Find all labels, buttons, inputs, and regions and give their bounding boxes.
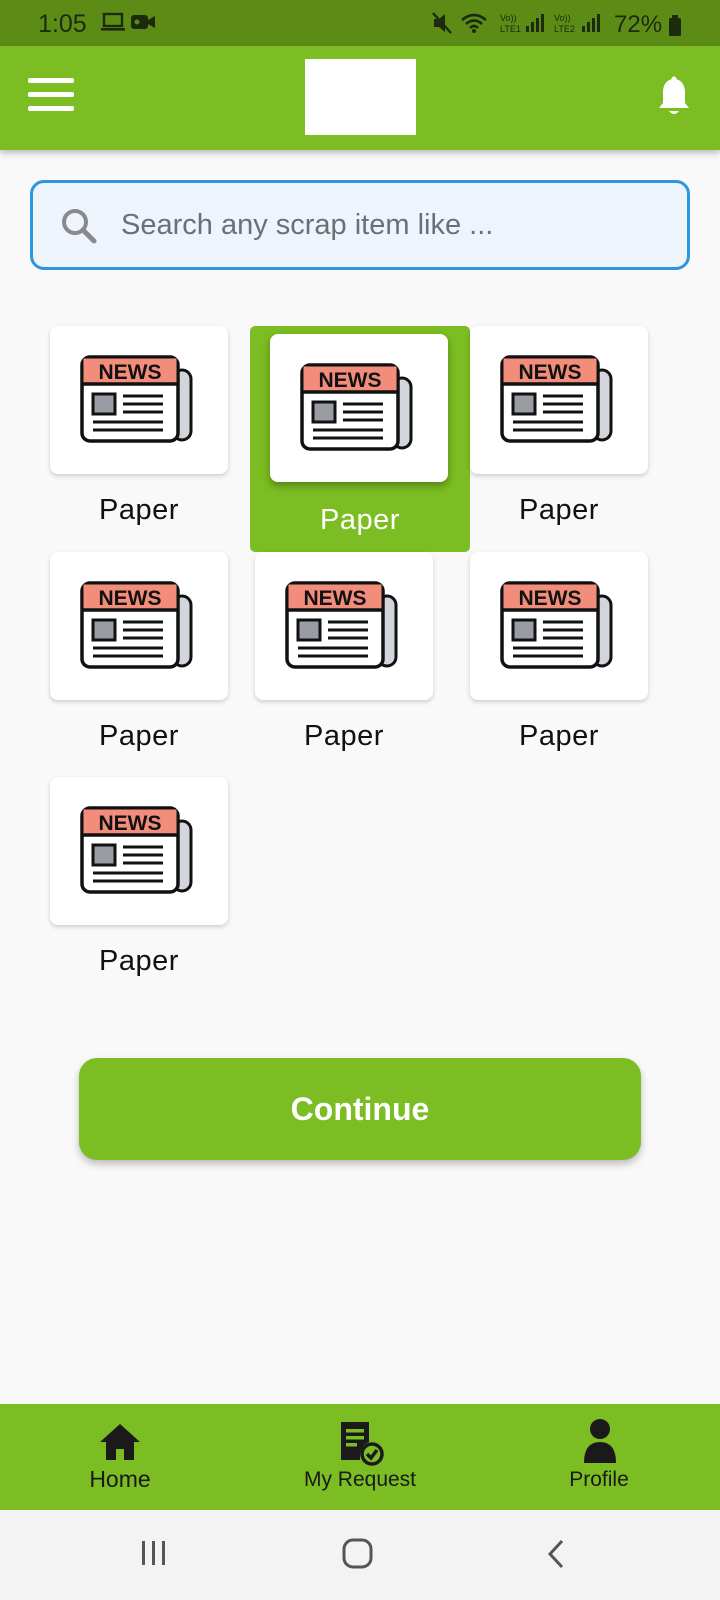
category-label: Paper	[99, 494, 179, 526]
status-bar: 1:05 Vo)) LTE1 Vo)) LTE2 72%	[0, 0, 720, 46]
continue-button[interactable]: Continue	[79, 1058, 641, 1160]
newspaper-icon: NEWS	[500, 581, 613, 669]
nav-label-my-request: My Request	[303, 1468, 417, 1491]
search-input[interactable]	[121, 199, 671, 251]
lte2-signal-icon: Vo)) LTE2	[554, 13, 600, 34]
battery-percent: 72%	[614, 11, 663, 38]
news-label: NEWS	[304, 587, 367, 610]
battery-icon	[669, 15, 681, 36]
newspaper-icon: NEWS	[80, 806, 193, 894]
svg-text:LTE2: LTE2	[554, 24, 575, 34]
category-tile[interactable]: NEWS Paper	[464, 318, 684, 538]
category-label: Paper	[320, 504, 400, 536]
nav-item-my-request[interactable]: My Request	[260, 1404, 460, 1510]
bell-icon[interactable]	[656, 76, 692, 118]
news-label: NEWS	[319, 369, 382, 392]
newspaper-icon: NEWS	[80, 581, 193, 669]
nav-label-home: Home	[89, 1466, 151, 1492]
wifi-icon	[461, 13, 487, 33]
category-tile[interactable]: NEWS Paper	[250, 326, 470, 552]
svg-text:Vo)): Vo))	[500, 13, 517, 23]
category-tile[interactable]: NEWS Paper	[44, 544, 264, 764]
svg-text:Vo)): Vo))	[554, 13, 571, 23]
home-circle-icon[interactable]	[339, 1535, 377, 1573]
category-label: Paper	[99, 720, 179, 752]
app-bar	[0, 46, 720, 150]
category-label: Paper	[99, 945, 179, 977]
newspaper-icon: NEWS	[300, 363, 413, 451]
category-label: Paper	[519, 720, 599, 752]
category-card[interactable]: NEWS	[50, 552, 228, 700]
category-card[interactable]: NEWS	[50, 326, 228, 474]
nav-item-home[interactable]: Home	[20, 1404, 220, 1510]
nav-label-profile: Profile	[569, 1468, 629, 1491]
status-time: 1:05	[38, 10, 87, 38]
recent-apps-icon[interactable]	[139, 1535, 169, 1573]
category-card[interactable]: NEWS	[470, 326, 648, 474]
mute-icon	[432, 12, 452, 34]
app-logo	[305, 59, 416, 135]
category-card[interactable]: NEWS	[255, 552, 433, 700]
newspaper-icon: NEWS	[80, 355, 193, 443]
video-camera-icon	[131, 15, 155, 29]
news-label: NEWS	[99, 587, 162, 610]
newspaper-icon: NEWS	[285, 581, 398, 669]
search-box[interactable]	[30, 180, 690, 270]
category-tile[interactable]: NEWS Paper	[249, 544, 469, 764]
person-icon	[584, 1419, 616, 1463]
lte1-signal-icon: Vo)) LTE1	[500, 13, 544, 34]
home-icon	[100, 1424, 140, 1460]
hamburger-menu-icon[interactable]	[28, 78, 74, 118]
category-card[interactable]: NEWS	[470, 552, 648, 700]
news-label: NEWS	[519, 361, 582, 384]
category-card[interactable]: NEWS	[50, 777, 228, 925]
newspaper-icon: NEWS	[500, 355, 613, 443]
category-tile[interactable]: NEWS Paper	[464, 544, 684, 764]
nav-item-profile[interactable]: Profile	[499, 1404, 699, 1510]
bottom-navigation: Home My Request Profile	[0, 1404, 720, 1510]
request-list-icon	[341, 1422, 384, 1466]
news-label: NEWS	[99, 361, 162, 384]
category-label: Paper	[304, 720, 384, 752]
system-navigation-bar	[0, 1510, 720, 1600]
category-tile[interactable]: NEWS Paper	[44, 769, 264, 989]
category-card[interactable]: NEWS	[270, 334, 448, 482]
news-label: NEWS	[99, 812, 162, 835]
news-label: NEWS	[519, 587, 582, 610]
category-tile[interactable]: NEWS Paper	[44, 318, 264, 538]
search-icon	[62, 209, 97, 244]
category-label: Paper	[519, 494, 599, 526]
svg-text:LTE1: LTE1	[500, 24, 521, 34]
laptop-icon	[101, 12, 125, 31]
back-icon[interactable]	[544, 1535, 568, 1573]
